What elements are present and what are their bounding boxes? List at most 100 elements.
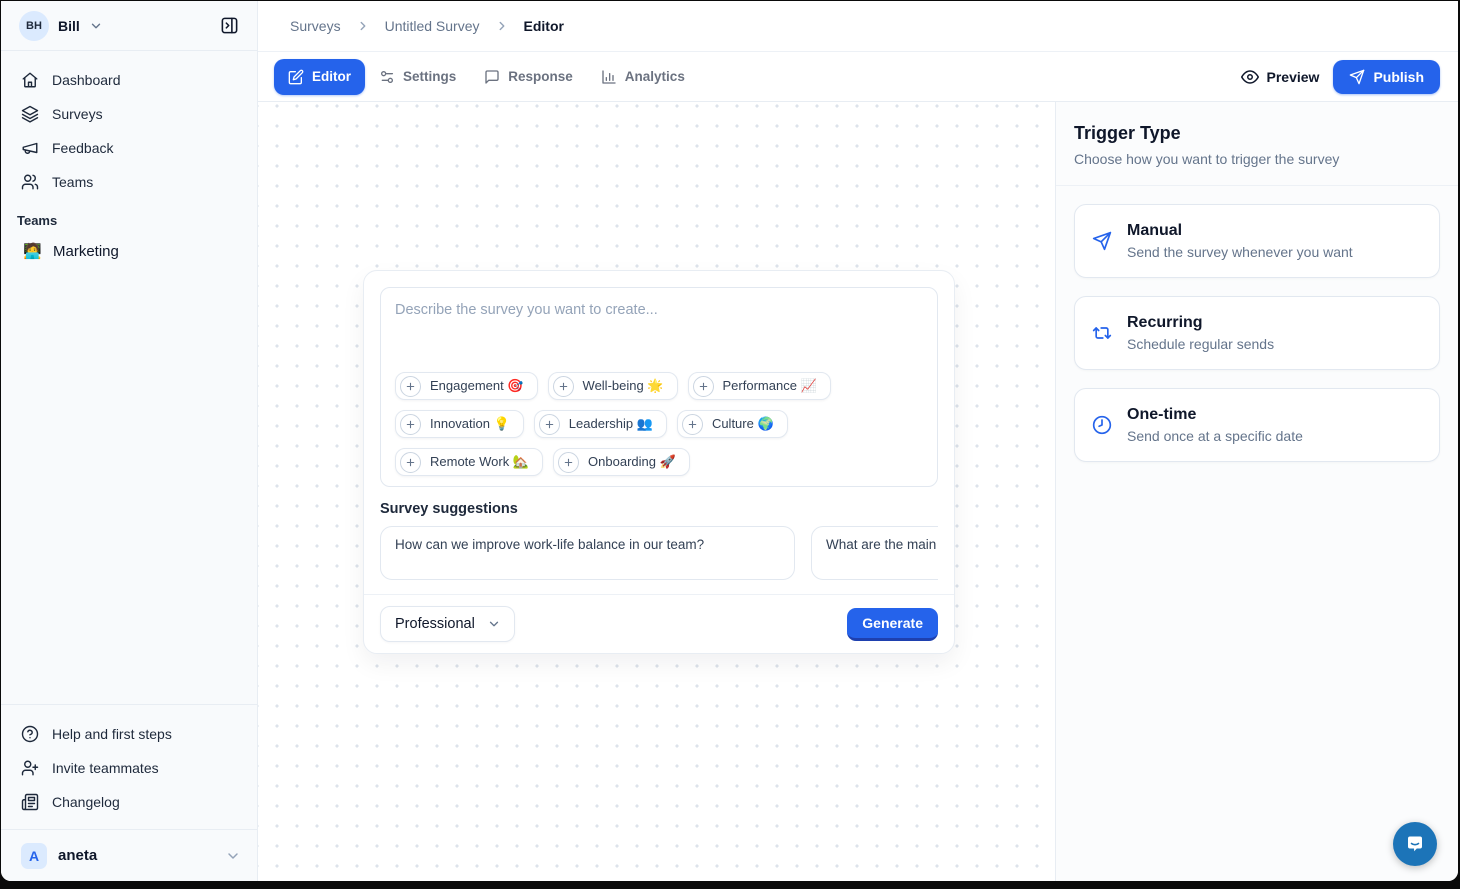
chevron-right-icon [356,19,370,33]
workspace-avatar: BH [19,11,49,41]
editor-canvas[interactable]: Describe the survey you want to create..… [258,102,1055,881]
account-name: aneta [58,847,214,864]
trigger-type-panel: Trigger Type Choose how you want to trig… [1055,102,1458,881]
sidebar-item-label: Feedback [52,140,113,156]
sliders-icon [379,69,395,85]
panel-collapse-icon [220,16,239,35]
message-square-icon [484,69,500,85]
newspaper-icon [21,793,39,811]
sidebar-item-help[interactable]: Help and first steps [1,717,257,751]
send-icon [1091,231,1113,251]
sidebar-item-teams[interactable]: Teams [1,165,257,199]
help-circle-icon [21,725,39,743]
panel-title: Trigger Type [1074,123,1434,144]
survey-prompt-input[interactable]: Describe the survey you want to create..… [380,287,938,487]
suggestions-row: How can we improve work-life balance in … [380,526,938,580]
chip-label: Onboarding 🚀 [588,454,676,470]
chat-launcher-button[interactable] [1393,822,1437,866]
publish-label: Publish [1373,69,1424,85]
breadcrumb-editor: Editor [524,18,564,34]
preview-button[interactable]: Preview [1227,60,1334,94]
workspace-switcher[interactable]: BH Bill [1,1,257,51]
breadcrumb-surveys[interactable]: Surveys [290,18,341,34]
preview-label: Preview [1267,69,1320,85]
tab-label: Settings [403,69,456,84]
chip-label: Leadership 👥 [569,416,653,432]
chip-culture[interactable]: Culture 🌍 [677,410,788,438]
breadcrumb: Surveys Untitled Survey Editor [258,1,1458,52]
chip-innovation[interactable]: Innovation 💡 [395,410,524,438]
sidebar-item-label: Teams [52,174,93,190]
trigger-panel-header: Trigger Type Choose how you want to trig… [1056,102,1458,186]
chip-performance[interactable]: Performance 📈 [688,372,831,400]
suggestion-card[interactable]: What are the main ob [811,526,938,580]
generate-label: Generate [862,615,923,631]
chevron-right-icon [495,19,509,33]
collapse-sidebar-button[interactable] [215,12,243,40]
sidebar-item-surveys[interactable]: Surveys [1,97,257,131]
technologist-emoji-icon: 🧑‍💻 [23,242,41,260]
sidebar-item-invite-teammates[interactable]: Invite teammates [1,751,257,785]
tone-select[interactable]: Professional [380,606,515,642]
plus-icon [693,376,714,397]
publish-button[interactable]: Publish [1333,60,1440,94]
panel-subtitle: Choose how you want to trigger the surve… [1074,151,1434,167]
sidebar-item-dashboard[interactable]: Dashboard [1,63,257,97]
chat-bubble-icon [1403,832,1427,856]
sidebar-item-label: Help and first steps [52,726,172,742]
tab-label: Editor [312,69,351,84]
sidebar-item-label: Invite teammates [52,760,159,776]
sidebar: BH Bill Dashboard Surveys [1,1,258,881]
tab-response[interactable]: Response [470,59,587,95]
chip-well-being[interactable]: Well-being 🌟 [548,372,678,400]
app-frame: BH Bill Dashboard Surveys [1,1,1458,881]
sidebar-team-marketing[interactable]: 🧑‍💻 Marketing [1,234,257,268]
home-icon [21,71,39,89]
account-menu[interactable]: A aneta [1,829,257,881]
edit-pencil-icon [288,69,304,85]
trigger-option-description: Send once at a specific date [1127,428,1303,444]
megaphone-icon [21,139,39,157]
chip-label: Performance 📈 [723,378,817,394]
main-area: Surveys Untitled Survey Editor Editor Se… [258,1,1458,881]
user-plus-icon [21,759,39,777]
chevron-down-icon [89,19,103,33]
chip-leadership[interactable]: Leadership 👥 [534,410,667,438]
tab-editor[interactable]: Editor [274,59,365,95]
trigger-option-description: Schedule regular sends [1127,336,1274,352]
trigger-option-manual[interactable]: Manual Send the survey whenever you want [1074,204,1440,278]
users-icon [21,173,39,191]
sidebar-item-changelog[interactable]: Changelog [1,785,257,819]
chip-engagement[interactable]: Engagement 🎯 [395,372,538,400]
plus-icon [553,376,574,397]
generate-button[interactable]: Generate [847,608,938,641]
chip-label: Engagement 🎯 [430,378,524,394]
send-icon [1349,69,1365,85]
trigger-option-one-time[interactable]: One-time Send once at a specific date [1074,388,1440,462]
chip-remote-work[interactable]: Remote Work 🏡 [395,448,543,476]
sidebar-item-label: Changelog [52,794,120,810]
chip-onboarding[interactable]: Onboarding 🚀 [553,448,690,476]
account-avatar: A [21,843,47,869]
plus-icon [558,452,579,473]
topic-chips: Engagement 🎯 Well-being 🌟 Performance 📈 … [395,372,929,476]
sidebar-item-label: Dashboard [52,72,121,88]
survey-generator-card: Describe the survey you want to create..… [363,270,955,654]
trigger-option-title: One-time [1127,406,1303,424]
chevron-down-icon [225,848,241,864]
sidebar-item-feedback[interactable]: Feedback [1,131,257,165]
suggestion-card[interactable]: How can we improve work-life balance in … [380,526,795,580]
breadcrumb-untitled-survey[interactable]: Untitled Survey [385,18,480,34]
trigger-options: Manual Send the survey whenever you want… [1056,186,1458,480]
chevron-down-icon [487,617,501,631]
tab-analytics[interactable]: Analytics [587,59,699,95]
plus-icon [400,452,421,473]
trigger-option-recurring[interactable]: Recurring Schedule regular sends [1074,296,1440,370]
chip-label: Remote Work 🏡 [430,454,529,470]
plus-icon [682,414,703,435]
plus-icon [400,414,421,435]
tab-label: Response [508,69,573,84]
composer-footer: Professional Generate [364,594,954,653]
tab-settings[interactable]: Settings [365,59,470,95]
layers-icon [21,105,39,123]
